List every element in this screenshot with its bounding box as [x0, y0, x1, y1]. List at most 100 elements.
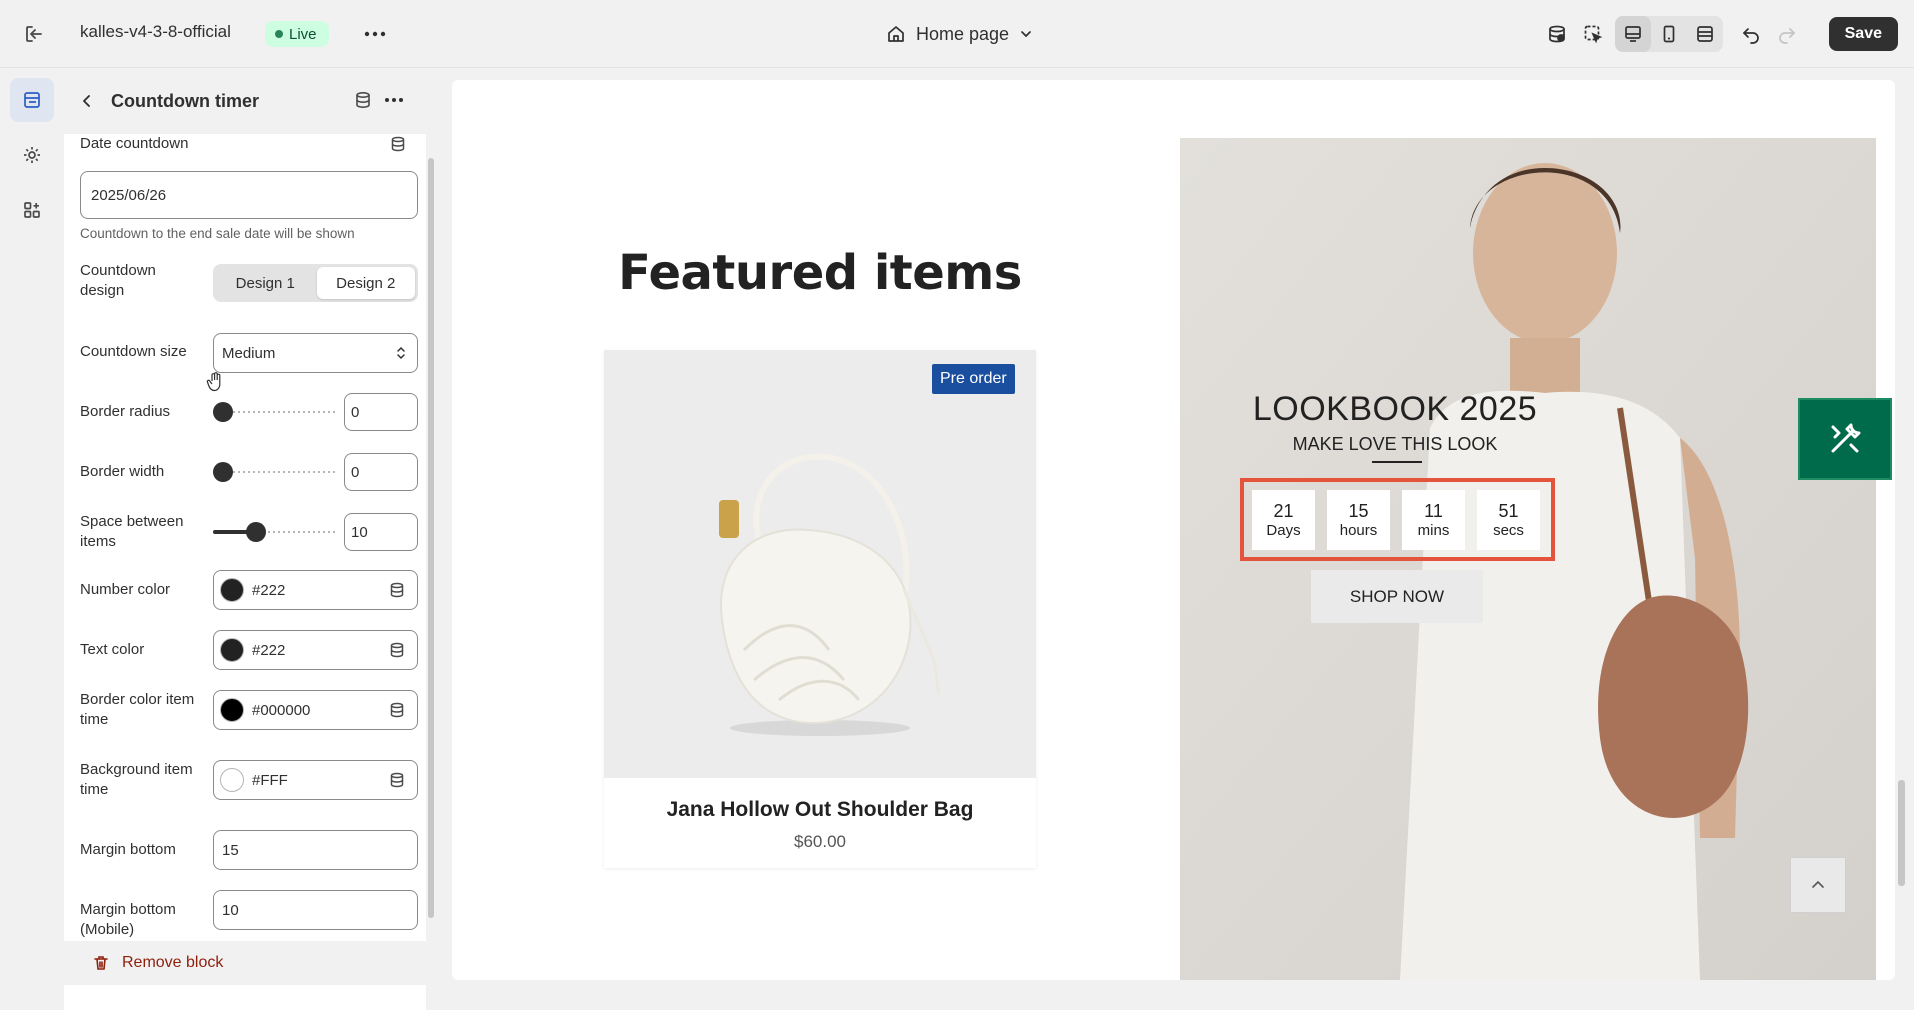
database-icon[interactable]: [389, 702, 405, 718]
tools-button[interactable]: [1798, 398, 1892, 480]
number-color-swatch[interactable]: [220, 578, 244, 602]
store-name: kalles-v4-3-8-official: [80, 22, 231, 41]
back-to-top-button[interactable]: [1790, 857, 1846, 913]
text-color-value: #222: [252, 641, 286, 659]
countdown-number: 15: [1348, 501, 1369, 521]
product-card[interactable]: Pre order Jana Hollow Out Shoulder Bag $…: [604, 350, 1036, 868]
number-color-picker[interactable]: #222: [213, 570, 418, 610]
date-countdown-help: Countdown to the end sale date will be s…: [80, 226, 355, 241]
redo-icon: [1777, 24, 1797, 44]
remove-block-button[interactable]: Remove block: [64, 941, 426, 985]
apps-nav-button[interactable]: [10, 188, 54, 232]
countdown-number: 11: [1424, 501, 1443, 521]
space-between-items-label: Space between items: [80, 513, 184, 550]
shop-now-button[interactable]: SHOP NOW: [1311, 570, 1483, 623]
number-color-value: #222: [252, 581, 286, 599]
exit-icon: [23, 23, 45, 45]
live-status-badge: Live: [265, 21, 329, 47]
desktop-icon: [1623, 24, 1643, 44]
border-width-input[interactable]: 0: [344, 453, 418, 491]
slider-thumb[interactable]: [213, 462, 233, 482]
database-icon[interactable]: [389, 582, 405, 598]
settings-panel: Countdown timer Date countdown 2025/06/2…: [64, 68, 442, 1010]
countdown-size-value: Medium: [222, 344, 276, 362]
exit-button[interactable]: [20, 20, 48, 48]
product-price: $60.00: [794, 832, 846, 851]
tools-icon: [1825, 419, 1865, 459]
live-badge-label: Live: [289, 25, 317, 43]
save-button[interactable]: Save: [1828, 17, 1898, 51]
sections-nav-button[interactable]: [10, 78, 54, 122]
border-color-swatch[interactable]: [220, 698, 244, 722]
panel-scrollbar[interactable]: [428, 158, 434, 918]
preview-scrollbar[interactable]: [1898, 780, 1905, 886]
margin-bottom-mobile-input[interactable]: 10: [213, 890, 418, 930]
database-icon[interactable]: [390, 136, 406, 152]
countdown-size-label: Countdown size: [80, 343, 187, 360]
viewport-toggle: [1614, 16, 1723, 52]
number-color-label: Number color: [80, 581, 171, 598]
home-icon: [886, 24, 906, 44]
border-color-picker[interactable]: #000000: [213, 690, 418, 730]
more-icon[interactable]: [384, 91, 404, 109]
design-1-option[interactable]: Design 1: [216, 267, 315, 299]
lookbook-subtitle[interactable]: MAKE LOVE THIS LOOK: [1230, 434, 1560, 455]
redo-button[interactable]: [1769, 16, 1805, 52]
database-icon[interactable]: [354, 91, 372, 109]
border-radius-input[interactable]: 0: [344, 393, 418, 431]
desktop-view-button[interactable]: [1614, 16, 1651, 52]
store-more-button[interactable]: [360, 20, 390, 48]
countdown-number: 21: [1273, 501, 1294, 521]
border-radius-label: Border radius: [80, 403, 171, 420]
lookbook-title[interactable]: LOOKBOOK 2025: [1230, 390, 1560, 429]
slider-thumb[interactable]: [213, 402, 233, 422]
live-dot-icon: [275, 30, 283, 38]
background-color-picker[interactable]: #FFF: [213, 760, 418, 800]
slider-thumb[interactable]: [246, 522, 266, 542]
apps-icon: [22, 200, 42, 220]
countdown-design-toggle: Design 1 Design 2: [213, 264, 418, 302]
countdown-days: 21 Days: [1252, 490, 1315, 550]
design-2-option[interactable]: Design 2: [316, 267, 415, 299]
top-bar: kalles-v4-3-8-official Live Home page Sa…: [0, 0, 1914, 68]
border-radius-slider[interactable]: [213, 400, 335, 424]
text-color-picker[interactable]: #222: [213, 630, 418, 670]
product-image[interactable]: [604, 350, 1036, 778]
border-width-slider[interactable]: [213, 460, 335, 484]
more-icon: [364, 31, 386, 37]
product-name[interactable]: Jana Hollow Out Shoulder Bag: [604, 798, 1036, 822]
countdown-timer[interactable]: 21 Days 15 hours 11 mins 51 secs: [1252, 490, 1540, 550]
remove-block-label: Remove block: [122, 954, 224, 971]
select-arrows-icon: [395, 345, 407, 361]
featured-items-heading[interactable]: Featured items: [560, 245, 1080, 301]
date-countdown-input[interactable]: 2025/06/26: [80, 171, 418, 219]
inspector-button[interactable]: [1575, 16, 1611, 52]
panel-header: Countdown timer: [64, 78, 442, 126]
date-countdown-label: Date countdown: [80, 135, 189, 152]
chevron-down-icon: [1019, 27, 1033, 41]
page-selector[interactable]: Home page: [886, 18, 1033, 50]
theme-settings-nav-button[interactable]: [10, 133, 54, 177]
theme-data-button[interactable]: [1539, 16, 1575, 52]
countdown-unit: Days: [1266, 522, 1301, 539]
mobile-view-button[interactable]: [1651, 16, 1687, 52]
countdown-unit: mins: [1417, 522, 1450, 539]
database-icon[interactable]: [389, 642, 405, 658]
margin-bottom-input[interactable]: 15: [213, 830, 418, 870]
countdown-size-select[interactable]: Medium: [213, 333, 418, 373]
undo-button[interactable]: [1733, 16, 1769, 52]
back-button[interactable]: [74, 88, 100, 114]
space-between-items-slider[interactable]: [213, 520, 335, 544]
space-between-items-input[interactable]: 10: [344, 513, 418, 551]
background-item-time-label: Background item time: [80, 761, 193, 798]
countdown-number: 51: [1498, 501, 1519, 521]
countdown-secs: 51 secs: [1477, 490, 1540, 550]
lookbook-divider: [1372, 461, 1422, 463]
text-color-label: Text color: [80, 641, 145, 658]
countdown-mins: 11 mins: [1402, 490, 1465, 550]
database-icon[interactable]: [389, 772, 405, 788]
undo-icon: [1741, 24, 1761, 44]
background-color-swatch[interactable]: [220, 768, 244, 792]
fullwidth-view-button[interactable]: [1687, 16, 1723, 52]
text-color-swatch[interactable]: [220, 638, 244, 662]
